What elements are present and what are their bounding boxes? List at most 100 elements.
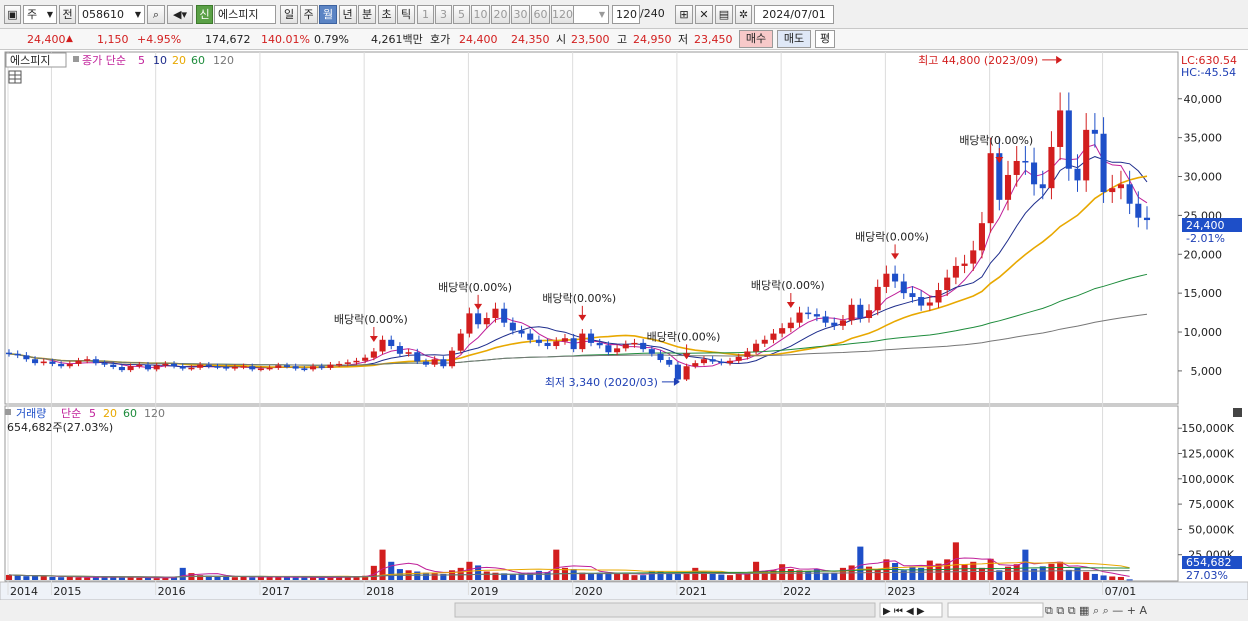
- volume-bar: [622, 573, 629, 580]
- horizontal-scrollbar[interactable]: [454, 602, 876, 618]
- price-tick-label: 30,000: [1184, 171, 1223, 184]
- candle-body: [40, 361, 47, 364]
- count-input[interactable]: 120: [612, 5, 640, 24]
- save-icon[interactable]: ▤: [715, 5, 733, 24]
- interval-button[interactable]: 60: [531, 5, 550, 24]
- eval-button[interactable]: 평: [815, 30, 835, 48]
- stock-name[interactable]: 에스피지: [214, 5, 276, 24]
- date-input[interactable]: 2024/07/01: [754, 5, 834, 24]
- volume-current-tag-text: 654,682: [1186, 556, 1232, 569]
- volume-bar: [75, 577, 82, 580]
- interval-button[interactable]: 3: [435, 5, 452, 24]
- candle-body: [961, 263, 968, 266]
- interval-button[interactable]: 120: [551, 5, 574, 24]
- candle-body: [58, 363, 65, 367]
- candle-body: [171, 363, 178, 367]
- volume-bar: [857, 546, 864, 580]
- candle-body: [918, 297, 925, 306]
- candle-body: [110, 364, 117, 368]
- zoom-tools-icons[interactable]: ⧉ ⧉ ⧉ ▦ ⌕ ⌕ — + A: [1045, 604, 1147, 617]
- volume-bar: [587, 573, 595, 580]
- period-tab[interactable]: 월: [319, 5, 337, 24]
- volume-legend-label: 거래량: [16, 407, 46, 420]
- candle-body: [970, 250, 977, 264]
- candle-body: [422, 361, 430, 365]
- candle-body: [718, 361, 725, 364]
- volume-bar: [839, 567, 846, 580]
- candle-body: [648, 349, 655, 354]
- volume-bar: [240, 576, 247, 580]
- candle-type-icon[interactable]: ⊞: [675, 5, 693, 24]
- chevron-down-icon: ▼: [46, 10, 53, 19]
- period-tab[interactable]: 분: [358, 5, 376, 24]
- candle-body: [240, 366, 247, 368]
- candle-body: [257, 368, 264, 371]
- speaker-icon[interactable]: ◀▾: [167, 5, 193, 24]
- quote-change-pct: +4.95%: [137, 33, 182, 46]
- time-axis: [0, 581, 1248, 601]
- interval-button[interactable]: 1: [417, 5, 434, 24]
- candle-body: [205, 364, 212, 367]
- volume-bar: [457, 567, 464, 580]
- prev-button[interactable]: 전: [59, 5, 76, 24]
- market-select[interactable]: 주 ▼: [23, 5, 57, 24]
- candle-body: [14, 353, 21, 356]
- volume-bar: [179, 567, 186, 580]
- period-tab[interactable]: 초: [377, 5, 396, 24]
- period-tab[interactable]: 일: [280, 5, 298, 24]
- volume-legend-ma60: 60: [123, 407, 137, 420]
- volume-bar: [32, 575, 39, 580]
- candle-body: [683, 366, 690, 380]
- candle-body: [370, 351, 377, 358]
- candle-body: [822, 316, 829, 323]
- legend-marker: [73, 56, 79, 62]
- time-axis-label: 2014: [10, 585, 38, 598]
- candle-body: [440, 359, 447, 367]
- candle-body: [952, 265, 959, 278]
- volume-bar: [1109, 576, 1116, 580]
- time-axis-label: 2022: [783, 585, 811, 598]
- buy-button[interactable]: 매수: [739, 30, 773, 48]
- playback-icons[interactable]: ▶ ⏮ ◀ ▶: [883, 606, 925, 617]
- candle-body: [770, 333, 777, 340]
- volume-legend-ma20: 20: [103, 407, 117, 420]
- volume-bar: [1100, 575, 1107, 580]
- zoom-slider[interactable]: [947, 602, 1044, 618]
- candle-body: [414, 352, 421, 362]
- volume-bar: [223, 576, 230, 580]
- interval-button[interactable]: 20: [491, 5, 510, 24]
- quote-open-label: 시: [556, 33, 567, 46]
- volume-bar: [544, 572, 551, 580]
- candle-body: [362, 357, 369, 361]
- quote-high: 24,950: [633, 33, 672, 46]
- candle-body: [162, 363, 169, 366]
- volume-bar: [275, 577, 282, 580]
- interval-button[interactable]: 10: [471, 5, 490, 24]
- volume-tick-label: 50,000K: [1188, 523, 1234, 536]
- interval-button[interactable]: 30: [511, 5, 530, 24]
- candle-body: [292, 366, 299, 369]
- period-tab[interactable]: 년: [338, 5, 357, 24]
- volume-bar: [1117, 576, 1124, 580]
- sell-button[interactable]: 매도: [777, 30, 811, 48]
- search-icon[interactable]: ⌕: [147, 5, 165, 24]
- window-icon[interactable]: ▣: [4, 5, 21, 24]
- price-volume-chart[interactable]: 5,00010,00015,00020,00025,00030,00035,00…: [0, 50, 1248, 621]
- candle-body: [544, 342, 551, 347]
- volume-tick-label: 125,000K: [1181, 448, 1234, 461]
- candle-body: [66, 363, 73, 367]
- code-input[interactable]: 058610 ▼: [78, 5, 145, 24]
- panel-close-icon[interactable]: [1233, 408, 1242, 417]
- candle-body: [144, 364, 152, 370]
- gear-icon[interactable]: ✲: [735, 5, 752, 24]
- candle-body: [692, 363, 699, 367]
- candle-body: [527, 333, 534, 340]
- interval-button[interactable]: 5: [453, 5, 470, 24]
- period-tab[interactable]: 틱: [397, 5, 415, 24]
- interval-select[interactable]: ▼: [571, 5, 609, 24]
- crosshair-icon[interactable]: ✕: [695, 5, 713, 24]
- candle-body: [753, 343, 760, 352]
- volume-bar: [153, 578, 160, 580]
- period-tab[interactable]: 주: [299, 5, 318, 24]
- volume-bar: [14, 575, 21, 580]
